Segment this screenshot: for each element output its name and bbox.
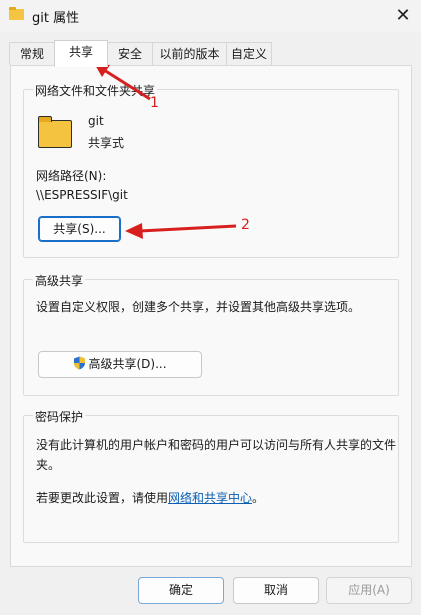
password-description-line1: 没有此计算机的用户帐户和密码的用户可以访问与所有人共享的文件 [36,438,397,452]
ok-button[interactable]: 确定 [138,577,224,604]
password-description-line2: 夹。 [36,458,61,472]
folder-name: git [88,114,104,128]
tab-general[interactable]: 常规 [9,42,55,65]
advanced-share-title: 高级共享 [33,272,86,289]
tab-sharing[interactable]: 共享 [54,40,108,67]
advanced-share-description: 设置自定义权限，创建多个共享，并设置其他高级共享选项。 [36,300,361,314]
advanced-share-button-label: 高级共享(D)... [88,357,167,371]
advanced-share-button[interactable]: 高级共享(D)... [38,351,202,378]
folder-icon [38,116,72,148]
change-setting-text: 若要更改此设置，请使用网络和共享中心。 [36,489,264,506]
network-share-title: 网络文件和文件夹共享 [33,82,158,99]
share-button[interactable]: 共享(S)... [38,216,121,242]
tab-bar: 常规 共享 安全 以前的版本 自定义 [9,40,412,67]
dialog-footer: 确定 取消 应用(A) [0,567,421,615]
network-path-label: 网络路径(N): [36,169,107,183]
tab-customize[interactable]: 自定义 [226,42,272,65]
network-path-value: \\ESPRESSIF\git [36,188,128,202]
password-protection-group: 密码保护 没有此计算机的用户帐户和密码的用户可以访问与所有人共享的文件 夹。 若… [23,408,399,543]
title-bar: git 属性 ✕ [0,0,421,32]
annotation-label-2: 2 [241,217,250,233]
change-setting-suffix: 。 [252,491,265,505]
tab-security[interactable]: 安全 [107,42,153,65]
folder-icon [9,7,24,20]
tab-previous-versions[interactable]: 以前的版本 [152,42,227,65]
change-setting-prefix: 若要更改此设置，请使用 [36,491,169,505]
window-title: git 属性 [32,11,80,26]
close-button[interactable]: ✕ [389,2,417,30]
network-sharing-center-link[interactable]: 网络和共享中心 [168,491,252,505]
cancel-button[interactable]: 取消 [233,577,319,604]
uac-shield-icon [74,356,86,370]
annotation-label-1: 1 [150,95,159,111]
apply-button[interactable]: 应用(A) [326,577,412,604]
advanced-share-group: 高级共享 设置自定义权限，创建多个共享，并设置其他高级共享选项。 高级共享(D)… [23,272,399,396]
share-status: 共享式 [88,136,125,150]
sharing-panel: 网络文件和文件夹共享 git 共享式 网络路径(N): \\ESPRESSIF\… [10,65,412,567]
network-share-group: 网络文件和文件夹共享 git 共享式 网络路径(N): \\ESPRESSIF\… [23,82,399,258]
password-protection-title: 密码保护 [33,408,86,425]
